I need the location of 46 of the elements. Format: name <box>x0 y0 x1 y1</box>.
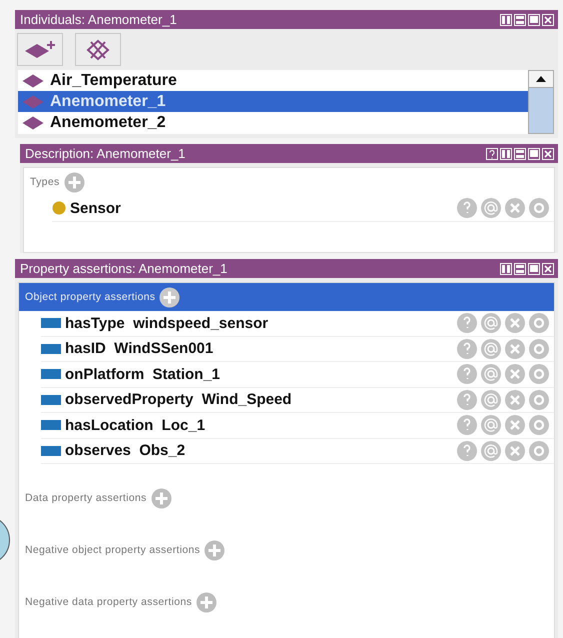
assertion-text: hasLocation Loc_1 <box>65 416 206 434</box>
section-label: Negative object property assertions <box>25 544 200 556</box>
scrollbar[interactable] <box>528 70 554 134</box>
individual-item[interactable]: Anemometer_1 <box>18 91 528 112</box>
split-vertical-icon[interactable] <box>500 14 512 26</box>
add-individual-button[interactable] <box>17 33 63 66</box>
property-icon <box>41 394 61 405</box>
section-label: Data property assertions <box>25 492 147 504</box>
maximize-icon[interactable] <box>528 148 540 160</box>
assertion-text: observes Obs_2 <box>65 442 186 460</box>
split-horizontal-icon[interactable] <box>514 148 526 160</box>
split-vertical-icon[interactable] <box>500 262 512 274</box>
scroll-up-icon[interactable] <box>536 76 546 82</box>
diamond-icon <box>22 74 44 88</box>
property-icon <box>41 420 61 430</box>
section-label: Object property assertions <box>25 291 156 303</box>
section-label: Types <box>30 176 60 188</box>
add-icon[interactable] <box>159 286 180 308</box>
close-icon[interactable] <box>542 148 554 160</box>
assertion-text: onPlatform Station_1 <box>65 366 222 383</box>
assertion-text: hasType windspeed_sensor <box>65 314 270 332</box>
class-dot-icon <box>52 201 66 216</box>
section-label: Negative data property assertions <box>25 596 192 608</box>
maximize-icon[interactable] <box>528 262 540 274</box>
property-icon <box>41 369 61 380</box>
property-icon <box>41 446 61 456</box>
assertion-text: hasID WindSSen001 <box>65 340 214 358</box>
maximize-icon[interactable] <box>528 14 540 26</box>
panel-title: Description: Anemometer_1 <box>25 146 186 161</box>
assertion-text: observedProperty Wind_Speed <box>65 391 293 408</box>
panel-title: Individuals: Anemometer_1 <box>20 12 177 27</box>
split-horizontal-icon[interactable] <box>514 262 526 274</box>
help-icon[interactable] <box>486 148 498 160</box>
close-icon[interactable] <box>542 262 554 274</box>
diamond-icon <box>22 116 44 130</box>
diamond-icon <box>22 94 44 108</box>
split-horizontal-icon[interactable] <box>514 14 526 26</box>
add-diamond-icon <box>24 40 56 60</box>
panel-title: Property assertions: Anemometer_1 <box>20 261 228 276</box>
property-icon <box>41 344 61 354</box>
delete-individual-button[interactable] <box>75 33 121 66</box>
property-icon <box>41 318 61 328</box>
type-label: Sensor <box>70 200 122 217</box>
crossed-diamond-icon <box>85 38 111 60</box>
split-vertical-icon[interactable] <box>500 148 512 160</box>
close-icon[interactable] <box>542 14 554 26</box>
